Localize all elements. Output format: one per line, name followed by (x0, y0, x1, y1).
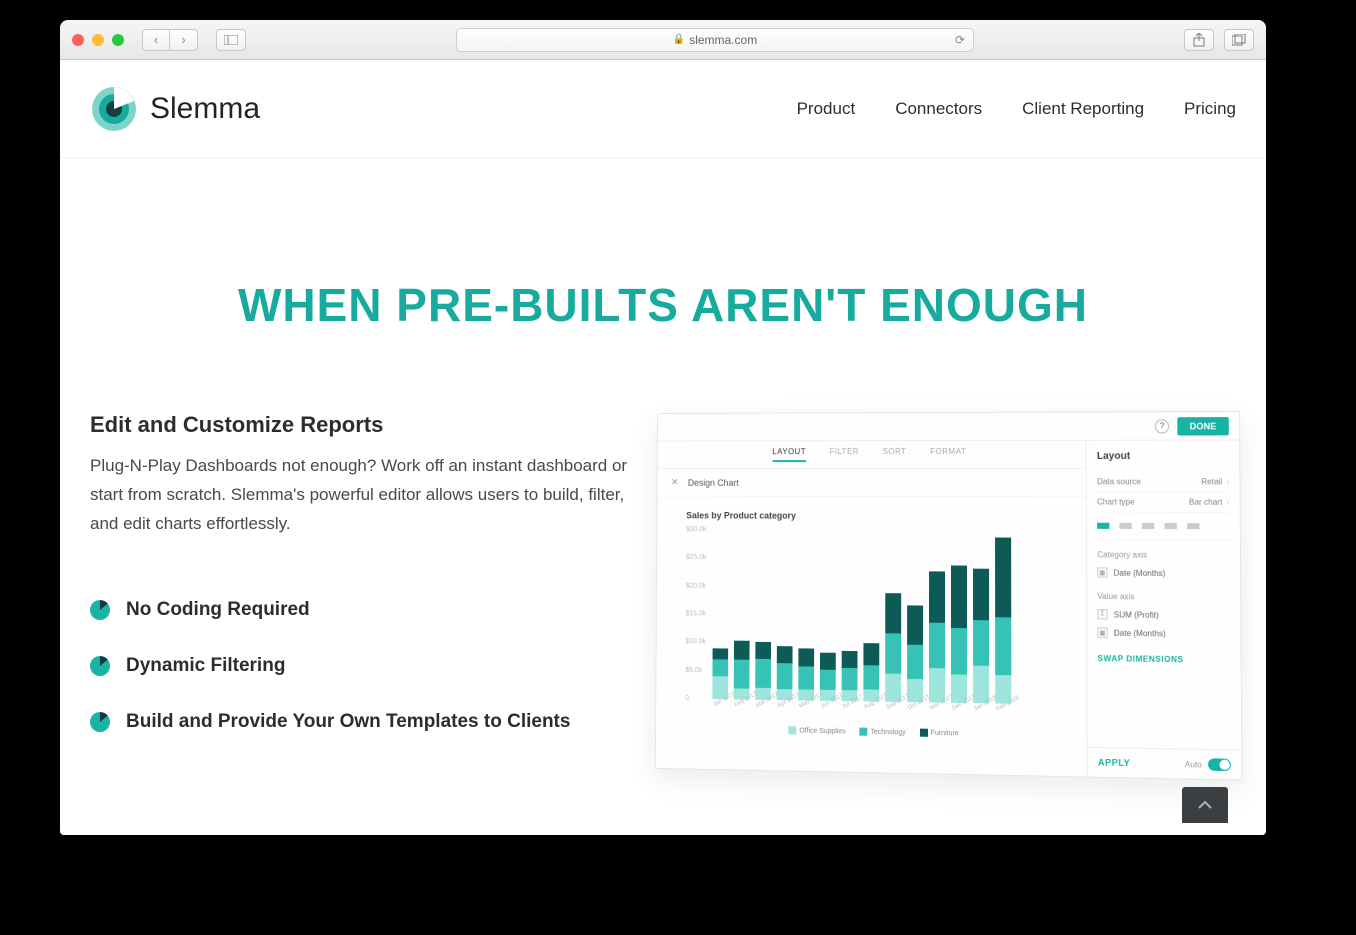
chevron-up-icon (1197, 800, 1213, 810)
forward-button[interactable]: › (170, 29, 198, 51)
bullet-icon (90, 712, 110, 732)
bar (885, 531, 901, 702)
tab-layout[interactable]: LAYOUT (772, 447, 806, 462)
bar (907, 531, 923, 702)
address-bar[interactable]: 🔒 slemma.com ⟳ (456, 28, 974, 52)
bar (777, 531, 793, 701)
chart-title: Sales by Product category (686, 510, 1065, 521)
hero-title: WHEN PRE-BUILTS AREN'T ENOUGH (60, 278, 1266, 332)
layout-heading: Layout (1097, 451, 1229, 462)
bullet-text: Build and Provide Your Own Templates to … (126, 711, 570, 733)
zoom-window-button[interactable] (112, 34, 124, 46)
bullet-icon (90, 656, 110, 676)
close-icon[interactable]: ✕ (671, 477, 678, 488)
done-button[interactable]: DONE (1177, 417, 1229, 435)
chart-type-icons (1097, 513, 1229, 541)
window-controls (72, 34, 124, 46)
bar (842, 531, 858, 702)
tab-filter[interactable]: FILTER (829, 447, 858, 462)
calendar-icon: ▦ (1097, 627, 1107, 637)
nav-client-reporting[interactable]: Client Reporting (1022, 99, 1144, 119)
chart-type-icon[interactable] (1187, 519, 1199, 529)
share-icon (1193, 33, 1205, 47)
bar (995, 531, 1011, 703)
lock-icon: 🔒 (673, 34, 685, 45)
editor-panel-title: Design Chart (688, 477, 739, 487)
chevron-right-icon: › (1226, 477, 1229, 486)
data-source-row[interactable]: Data source Retail› (1097, 472, 1229, 492)
bullet-item: Build and Provide Your Own Templates to … (90, 711, 630, 733)
minimize-window-button[interactable] (92, 34, 104, 46)
chart-type-icon[interactable] (1119, 519, 1131, 529)
layout-panel: Layout Data source Retail› Chart type Ba… (1086, 440, 1242, 779)
logo-mark-icon (90, 85, 138, 133)
bullet-text: Dynamic Filtering (126, 655, 285, 677)
share-button[interactable] (1184, 29, 1214, 51)
bar (863, 531, 879, 702)
editor-tabs: LAYOUT FILTER SORT FORMAT (658, 441, 1086, 469)
bar (929, 531, 945, 703)
nav-pricing[interactable]: Pricing (1184, 99, 1236, 119)
tabs-icon (1232, 34, 1246, 46)
chart-type-icon[interactable] (1164, 519, 1176, 529)
auto-label: Auto (1185, 759, 1202, 769)
swap-dimensions-button[interactable]: SWAP DIMENSIONS (1098, 654, 1231, 665)
bar (973, 531, 989, 703)
bar (734, 530, 750, 699)
auto-toggle[interactable] (1208, 758, 1231, 771)
sigma-icon: Σ (1097, 609, 1107, 619)
page-content: Slemma Product Connectors Client Reporti… (60, 60, 1266, 835)
scroll-to-top-button[interactable] (1182, 787, 1228, 823)
bullet-text: No Coding Required (126, 599, 310, 621)
section-body: Plug-N-Play Dashboards not enough? Work … (90, 452, 630, 539)
bar (755, 530, 771, 700)
brand-logo[interactable]: Slemma (90, 85, 260, 133)
category-field[interactable]: ▦Date (Months) (1097, 563, 1230, 582)
category-axis-label: Category axis (1097, 550, 1229, 560)
brand-name: Slemma (150, 92, 260, 126)
bar (712, 530, 728, 699)
url-domain: slemma.com (689, 33, 757, 47)
bar (820, 531, 836, 701)
chart-type-icon[interactable] (1097, 519, 1109, 529)
bullet-item: Dynamic Filtering (90, 655, 630, 677)
chart-area: Sales by Product category $30.0k$25.0k$2… (656, 497, 1087, 746)
bar (951, 531, 967, 703)
chart-type-row[interactable]: Chart type Bar chart› (1097, 492, 1229, 513)
chart-type-icon[interactable] (1142, 519, 1154, 529)
close-window-button[interactable] (72, 34, 84, 46)
chevron-right-icon: › (1226, 498, 1229, 507)
nav-buttons: ‹ › (142, 29, 198, 51)
sidebar-toggle-button[interactable] (216, 29, 246, 51)
value-field[interactable]: ΣSUM (Profit) (1097, 605, 1230, 625)
sidebar-icon (224, 35, 238, 45)
nav-product[interactable]: Product (797, 99, 856, 119)
titlebar: ‹ › 🔒 slemma.com ⟳ (60, 20, 1266, 60)
nav-connectors[interactable]: Connectors (895, 99, 982, 119)
value-axis-label: Value axis (1097, 592, 1230, 602)
bullet-item: No Coding Required (90, 599, 630, 621)
chart-legend: Office SuppliesTechnologyFurniture (685, 725, 1066, 740)
reload-button[interactable]: ⟳ (955, 33, 965, 47)
help-icon[interactable]: ? (1155, 419, 1169, 433)
section-title: Edit and Customize Reports (90, 412, 630, 438)
editor-screenshot: ? DONE LAYOUT FILTER SORT FORMAT (655, 411, 1243, 781)
apply-button[interactable]: APPLY (1098, 757, 1131, 768)
tab-sort[interactable]: SORT (883, 447, 907, 462)
main-nav: Product Connectors Client Reporting Pric… (797, 99, 1236, 119)
back-button[interactable]: ‹ (142, 29, 170, 51)
chart-plot: $30.0k$25.0k$20.0k$15.0k$10.0k$5.0k0 (685, 530, 1066, 704)
safari-window: ‹ › 🔒 slemma.com ⟳ + (60, 20, 1266, 835)
bullet-icon (90, 600, 110, 620)
value-field[interactable]: ▦Date (Months) (1097, 623, 1230, 643)
bar (798, 531, 814, 701)
tabs-button[interactable] (1224, 29, 1254, 51)
tab-format[interactable]: FORMAT (930, 447, 966, 462)
calendar-icon: ▦ (1097, 567, 1107, 577)
site-header: Slemma Product Connectors Client Reporti… (60, 60, 1266, 158)
